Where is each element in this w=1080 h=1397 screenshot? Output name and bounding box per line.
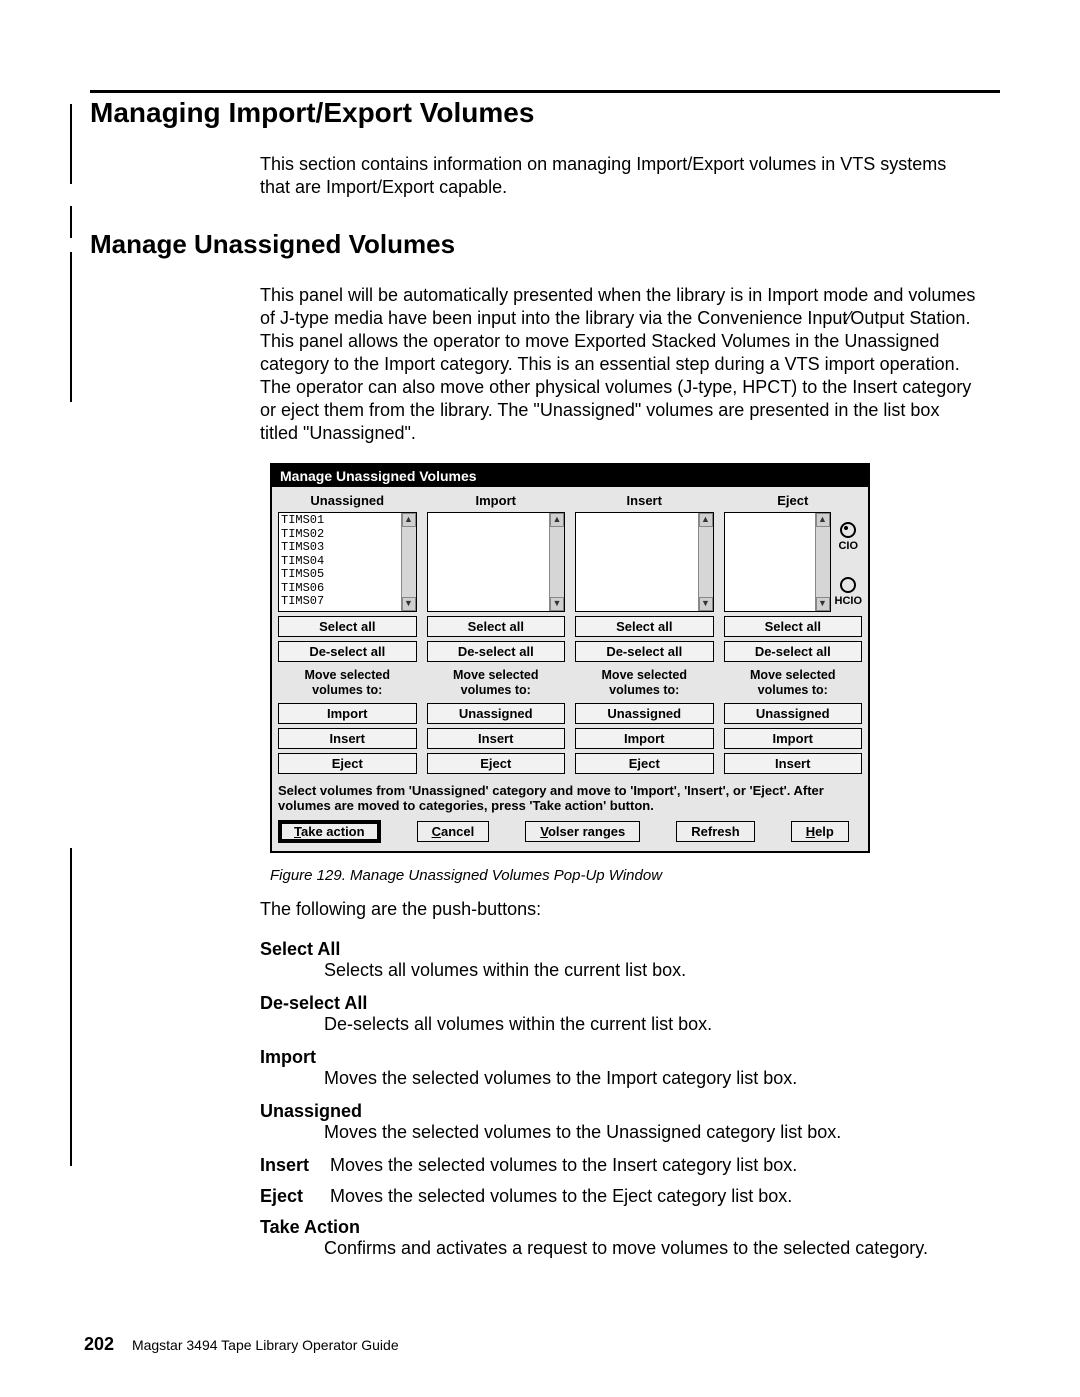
scrollbar[interactable]: ▲ ▼ [815,513,830,611]
column-import: Import ▲ ▼ Select all De-select all Move… [427,491,566,774]
move-to-eject-button[interactable]: Eject [278,753,417,774]
refresh-button[interactable]: Refresh [676,821,754,842]
page-footer: 202 Magstar 3494 Tape Library Operator G… [84,1334,399,1355]
list-item[interactable]: TIMS03 [281,541,414,555]
scroll-up-icon[interactable]: ▲ [699,513,713,527]
move-label: Move selected volumes to: [427,668,566,697]
dialog-window: Manage Unassigned Volumes Unassigned TIM… [270,463,870,853]
list-item[interactable]: TIMS05 [281,568,414,582]
radio-cio[interactable] [840,522,856,538]
button-definitions: Select All Selects all volumes within th… [260,939,980,1259]
list-item[interactable]: TIMS01 [281,514,414,528]
radio-cio-label: CIO [838,540,858,552]
deselect-all-button[interactable]: De-select all [427,641,566,662]
list-item[interactable]: TIMS07 [281,595,414,609]
deselect-all-button[interactable]: De-select all [575,641,714,662]
list-item[interactable]: TIMS02 [281,528,414,542]
def-term-deselect-all: De-select All [260,993,980,1014]
refresh-label: Refresh [691,824,739,839]
dialog-title: Manage Unassigned Volumes [272,465,868,487]
section-rule [90,90,1000,93]
deselect-all-button[interactable]: De-select all [724,641,863,662]
column-head-eject: Eject [724,491,863,512]
deselect-all-button[interactable]: De-select all [278,641,417,662]
move-to-unassigned-button[interactable]: Unassigned [427,703,566,724]
section-heading: Managing Import/Export Volumes [90,97,1000,129]
move-to-unassigned-button[interactable]: Unassigned [575,703,714,724]
take-action-label: ake action [301,824,365,839]
select-all-button[interactable]: Select all [575,616,714,637]
scroll-up-icon[interactable]: ▲ [402,513,416,527]
move-to-insert-button[interactable]: Insert [724,753,863,774]
scroll-down-icon[interactable]: ▼ [816,597,830,611]
listbox-unassigned[interactable]: TIMS01 TIMS02 TIMS03 TIMS04 TIMS05 TIMS0… [278,512,417,612]
move-to-import-button[interactable]: Import [724,728,863,749]
def-term-import: Import [260,1047,980,1068]
move-to-eject-button[interactable]: Eject [427,753,566,774]
move-label: Move selected volumes to: [724,668,863,697]
scroll-up-icon[interactable]: ▲ [550,513,564,527]
select-all-button[interactable]: Select all [278,616,417,637]
take-action-button[interactable]: Take action [278,820,381,843]
after-figure-lead: The following are the push-buttons: [260,898,980,921]
list-item[interactable]: TIMS04 [281,555,414,569]
radio-hcio[interactable] [840,577,856,593]
def-text-eject: Moves the selected volumes to the Eject … [330,1186,980,1207]
move-label: Move selected volumes to: [575,668,714,697]
move-to-import-button[interactable]: Import [575,728,714,749]
move-to-import-button[interactable]: Import [278,703,417,724]
column-head-unassigned: Unassigned [278,491,417,512]
column-head-insert: Insert [575,491,714,512]
figure-caption: Figure 129. Manage Unassigned Volumes Po… [270,867,870,884]
intro-paragraph-1: This section contains information on man… [260,153,980,199]
subsection-heading: Manage Unassigned Volumes [90,229,1000,260]
scrollbar[interactable]: ▲ ▼ [698,513,713,611]
cancel-button[interactable]: Cancel [417,821,490,842]
listbox-import[interactable]: ▲ ▼ [427,512,566,612]
radio-hcio-label: HCIO [835,595,863,607]
help-label: elp [815,824,834,839]
def-term-unassigned: Unassigned [260,1101,980,1122]
scroll-down-icon[interactable]: ▼ [402,597,416,611]
column-insert: Insert ▲ ▼ Select all De-select all Move… [575,491,714,774]
select-all-button[interactable]: Select all [724,616,863,637]
page-number: 202 [84,1334,114,1354]
move-label: Move selected volumes to: [278,668,417,697]
def-text-insert: Moves the selected volumes to the Insert… [330,1155,980,1176]
scroll-down-icon[interactable]: ▼ [699,597,713,611]
dialog-hint: Select volumes from 'Unassigned' categor… [278,784,862,814]
column-eject: Eject ▲ ▼ [724,491,863,774]
listbox-insert[interactable]: ▲ ▼ [575,512,714,612]
figure-dialog: Manage Unassigned Volumes Unassigned TIM… [270,463,870,884]
def-term-take-action: Take Action [260,1217,980,1238]
eject-destination-radios: CIO HCIO [835,512,863,612]
list-item[interactable]: TIMS06 [281,582,414,596]
move-to-insert-button[interactable]: Insert [427,728,566,749]
scrollbar[interactable]: ▲ ▼ [401,513,416,611]
help-button[interactable]: Help [791,821,849,842]
def-text-unassigned: Moves the selected volumes to the Unassi… [324,1122,980,1143]
move-to-unassigned-button[interactable]: Unassigned [724,703,863,724]
column-unassigned: Unassigned TIMS01 TIMS02 TIMS03 TIMS04 T… [278,491,417,774]
column-head-import: Import [427,491,566,512]
scroll-up-icon[interactable]: ▲ [816,513,830,527]
scrollbar[interactable]: ▲ ▼ [549,513,564,611]
def-text-import: Moves the selected volumes to the Import… [324,1068,980,1089]
select-all-button[interactable]: Select all [427,616,566,637]
def-term-eject: Eject [260,1186,330,1207]
def-text-deselect-all: De-selects all volumes within the curren… [324,1014,980,1035]
def-term-insert: Insert [260,1155,330,1176]
def-term-select-all: Select All [260,939,980,960]
intro-paragraph-2: This panel will be automatically present… [260,284,980,445]
def-text-take-action: Confirms and activates a request to move… [324,1238,980,1259]
move-to-eject-button[interactable]: Eject [575,753,714,774]
cancel-label: ancel [441,824,474,839]
def-text-select-all: Selects all volumes within the current l… [324,960,980,981]
volser-label: olser ranges [548,824,625,839]
scroll-down-icon[interactable]: ▼ [550,597,564,611]
volser-ranges-button[interactable]: Volser ranges [525,821,640,842]
listbox-eject[interactable]: ▲ ▼ [724,512,831,612]
move-to-insert-button[interactable]: Insert [278,728,417,749]
running-footer: Magstar 3494 Tape Library Operator Guide [132,1337,399,1353]
